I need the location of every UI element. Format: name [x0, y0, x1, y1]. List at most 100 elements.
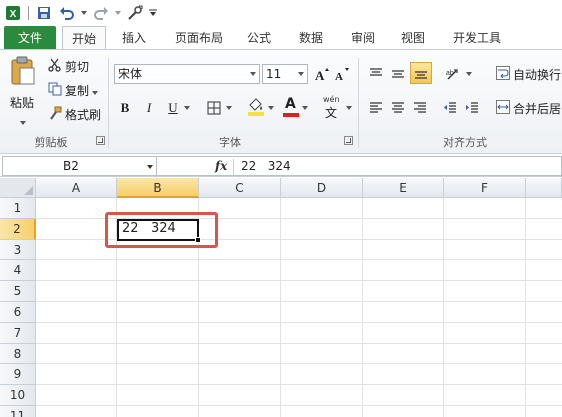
formula-input[interactable]: fx 22 324	[157, 156, 562, 176]
row-header-3[interactable]: 3	[0, 239, 36, 261]
chevron-down-icon[interactable]	[182, 98, 192, 118]
row-header-2[interactable]: 2	[0, 218, 36, 240]
excel-logo-icon: X	[3, 3, 23, 23]
chevron-down-icon[interactable]	[266, 98, 276, 118]
align-right-icon[interactable]	[410, 98, 430, 118]
copy-icon	[48, 82, 62, 99]
chevron-down-icon[interactable]	[224, 98, 234, 118]
svg-text:A: A	[315, 68, 325, 82]
align-center-icon[interactable]	[388, 98, 408, 118]
format-painter-button[interactable]: 格式刷	[48, 106, 101, 123]
ribbon-tabs: 文件 开始 插入 页面布局 公式 数据 审阅 视图 开发工具	[0, 26, 562, 50]
row-header-1[interactable]: 1	[0, 198, 36, 219]
row-header-8[interactable]: 8	[0, 343, 36, 365]
tab-insert[interactable]: 插入	[116, 26, 152, 50]
column-gridline	[525, 198, 526, 417]
column-gridline	[362, 198, 363, 417]
group-separator	[358, 58, 359, 148]
phonetic-guide-button[interactable]: wén 文	[322, 95, 344, 120]
brush-icon	[48, 106, 62, 123]
tab-file[interactable]: 文件	[4, 26, 56, 50]
column-header-a[interactable]: A	[36, 178, 117, 198]
chevron-down-icon	[298, 72, 304, 76]
orientation-icon[interactable]: ab	[444, 64, 464, 84]
formula-content: 22 324	[241, 159, 291, 173]
borders-icon[interactable]	[204, 98, 224, 118]
font-name-combo[interactable]: 宋体	[114, 64, 260, 84]
tab-developer[interactable]: 开发工具	[446, 26, 508, 50]
svg-text:A: A	[335, 71, 343, 82]
undo-icon[interactable]	[57, 3, 77, 23]
column-header-f[interactable]: F	[444, 178, 526, 198]
name-box[interactable]: B2	[2, 156, 157, 176]
font-color-button[interactable]: A	[282, 96, 300, 118]
cut-button[interactable]: 剪切	[48, 58, 89, 75]
row-header-9[interactable]: 9	[0, 364, 36, 386]
wrap-text-button[interactable]: 自动换行	[496, 66, 561, 83]
wrap-text-icon	[496, 66, 510, 83]
save-icon[interactable]	[34, 3, 54, 23]
align-top-icon[interactable]	[366, 64, 386, 84]
grow-font-icon[interactable]: A	[314, 64, 330, 84]
chevron-down-icon[interactable]	[344, 98, 354, 118]
ribbon-home: 粘贴 剪切 复制 格式刷 剪贴板 宋体 11 A A B I U A wén 文…	[0, 50, 562, 154]
row-gridline	[36, 363, 562, 365]
tab-page-layout[interactable]: 页面布局	[168, 26, 230, 50]
underline-button[interactable]: U	[164, 98, 182, 118]
row-header-5[interactable]: 5	[0, 281, 36, 302]
tab-formulas[interactable]: 公式	[242, 26, 276, 50]
column-header-b[interactable]: B	[117, 178, 199, 198]
svg-text:ab: ab	[446, 70, 454, 77]
font-launcher-icon[interactable]	[344, 136, 353, 145]
italic-button[interactable]: I	[140, 98, 158, 118]
select-all-button[interactable]	[0, 178, 36, 198]
insert-function-icon[interactable]: fx	[215, 159, 227, 173]
font-size-combo[interactable]: 11	[262, 64, 308, 84]
merge-icon	[496, 100, 510, 117]
font-group-label: 字体	[219, 136, 241, 149]
chevron-down-icon[interactable]	[80, 3, 88, 23]
align-left-icon[interactable]	[366, 98, 386, 118]
redo-icon[interactable]	[91, 3, 111, 23]
column-header-e[interactable]: E	[363, 178, 444, 198]
tab-home[interactable]: 开始	[62, 26, 106, 50]
tab-data[interactable]: 数据	[294, 26, 328, 50]
bold-button[interactable]: B	[116, 98, 134, 118]
row-header-11[interactable]: 11	[0, 406, 36, 417]
chevron-down-icon[interactable]	[464, 64, 474, 84]
chevron-down-icon	[20, 114, 26, 128]
copy-button[interactable]: 复制	[48, 82, 99, 99]
decrease-indent-icon[interactable]	[440, 98, 460, 118]
customize-icon[interactable]	[125, 3, 145, 23]
tab-review[interactable]: 审阅	[346, 26, 380, 50]
align-bottom-icon[interactable]	[410, 62, 432, 84]
row-header-7[interactable]: 7	[0, 322, 36, 344]
chevron-down-icon[interactable]	[148, 3, 158, 23]
column-header-c[interactable]: C	[199, 178, 281, 198]
phonetic-char: 文	[325, 106, 338, 120]
row-gridline	[36, 321, 562, 323]
fill-color-icon[interactable]	[246, 96, 266, 118]
chevron-down-icon[interactable]	[300, 98, 310, 118]
shrink-font-icon[interactable]: A	[334, 64, 350, 84]
increase-indent-icon[interactable]	[462, 98, 482, 118]
chevron-down-icon[interactable]	[114, 3, 122, 23]
tab-view[interactable]: 视图	[396, 26, 430, 50]
merge-center-button[interactable]: 合并后居	[496, 100, 561, 117]
column-header-g[interactable]	[526, 178, 562, 198]
row-header-6[interactable]: 6	[0, 302, 36, 323]
cut-label: 剪切	[65, 60, 90, 74]
row-header-10[interactable]: 10	[0, 385, 36, 406]
paste-button[interactable]: 粘贴	[4, 54, 42, 128]
clipboard-launcher-icon[interactable]	[96, 136, 105, 145]
align-middle-icon[interactable]	[388, 64, 408, 84]
column-header-d[interactable]: D	[281, 178, 363, 198]
chevron-down-icon	[250, 72, 256, 76]
name-box-value: B2	[63, 159, 79, 173]
row-header-4[interactable]: 4	[0, 260, 36, 282]
worksheet-grid[interactable]: A B C D E F 1 2 3 4 5 6 7 8 9 10 11	[0, 178, 562, 417]
chevron-down-icon	[147, 165, 153, 169]
formula-bar: B2 fx 22 324	[0, 155, 562, 177]
phonetic-pinyin: wén	[323, 95, 340, 104]
row-gridline	[36, 301, 562, 302]
